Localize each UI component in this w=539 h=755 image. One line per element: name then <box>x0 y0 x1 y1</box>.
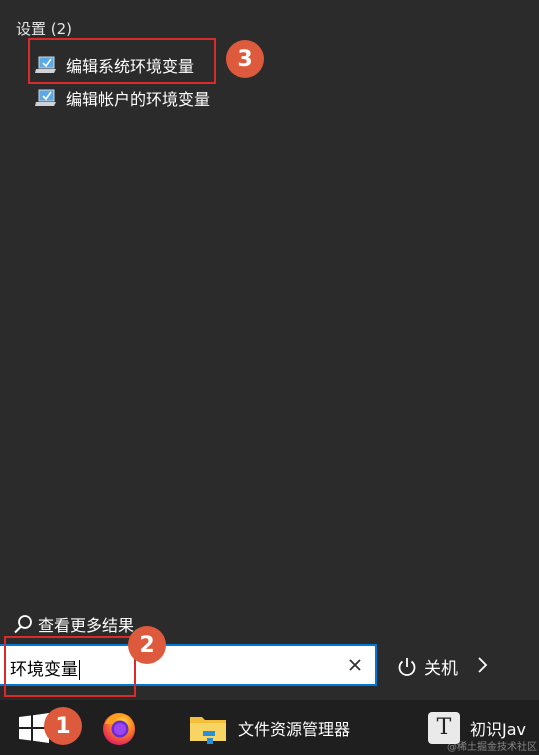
power-options-button[interactable] <box>474 654 490 680</box>
firefox-taskbar-button[interactable] <box>86 700 152 755</box>
folder-icon <box>190 716 226 744</box>
more-results-label: 查看更多结果 <box>38 616 135 635</box>
result-label: 编辑帐户的环境变量 <box>66 90 211 109</box>
annotation-box-result <box>28 38 216 84</box>
power-label: 关机 <box>424 659 458 679</box>
chevron-right-icon <box>478 657 488 673</box>
annotation-box-search <box>4 636 136 697</box>
system-settings-icon <box>34 88 58 108</box>
search-icon <box>14 615 32 634</box>
annotation-badge-2: 2 <box>128 626 166 664</box>
close-icon <box>349 659 361 671</box>
firefox-icon <box>103 712 135 745</box>
more-results-link[interactable]: 查看更多结果 <box>12 612 134 636</box>
power-button[interactable]: 关机 <box>396 654 458 679</box>
power-icon <box>398 657 416 676</box>
file-explorer-taskbar-button[interactable]: 文件资源管理器 <box>176 700 386 755</box>
section-header-settings: 设置 (2) <box>16 20 73 38</box>
typora-window-label: 初识Jav <box>470 719 526 739</box>
result-edit-account-env[interactable]: 编辑帐户的环境变量 <box>34 84 210 112</box>
annotation-badge-1: 1 <box>44 707 82 745</box>
start-menu-panel: 设置 (2) 编辑系统环境变量 编辑帐户的环境变量 查看更多结果 环境变量 关机 <box>0 0 539 700</box>
clear-search-button[interactable] <box>345 655 365 675</box>
watermark: @稀土掘金技术社区 <box>447 742 537 753</box>
file-explorer-label: 文件资源管理器 <box>238 719 351 739</box>
annotation-badge-3: 3 <box>226 40 264 78</box>
